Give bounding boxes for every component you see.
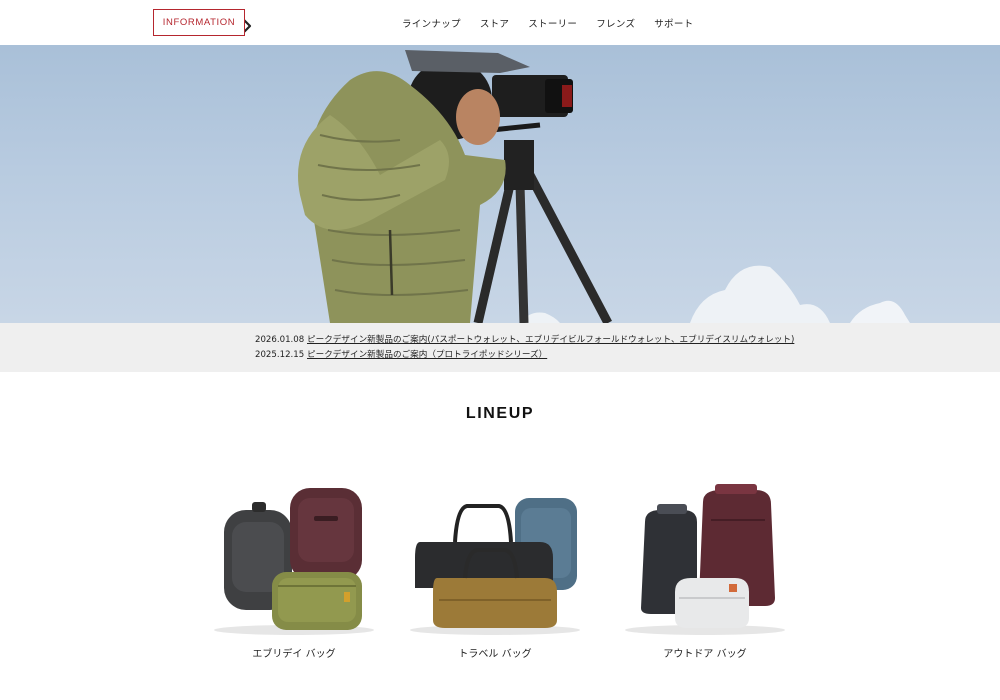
news-date: 2025.12.15	[255, 350, 305, 360]
lineup-card-label: アウトドア バッグ	[663, 649, 747, 660]
lineup-card-label: トラベル バッグ	[458, 649, 532, 660]
nav-item-lineup[interactable]: ラインナップ	[402, 16, 461, 30]
nav-item-friends[interactable]: フレンズ	[596, 16, 635, 30]
hero-image	[0, 45, 1000, 323]
lineup-card-travel[interactable]: トラベル バッグ	[395, 480, 595, 670]
information-badge[interactable]: INFORMATION	[153, 9, 245, 36]
everyday-bags-image	[214, 488, 374, 635]
hero-photographer-illustration	[298, 50, 910, 323]
lineup-heading: LINEUP	[465, 405, 535, 422]
news-link[interactable]: ピークデザイン新製品のご案内（プロトライポッドシリーズ）	[307, 350, 547, 360]
outdoor-bags-image	[625, 484, 785, 635]
lineup-card-label: エブリデイ バッグ	[252, 649, 336, 660]
nav-item-store[interactable]: ストア	[480, 16, 509, 30]
lineup-card-everyday[interactable]: エブリデイ バッグ	[194, 480, 394, 670]
news-date: 2026.01.08	[255, 335, 305, 345]
nav-item-story[interactable]: ストーリー	[528, 16, 577, 30]
news-link[interactable]: ピークデザイン新製品のご案内(パスポートウォレット、エブリデイビルフォールドウォ…	[307, 335, 794, 345]
news-item: 2026.01.08 ピークデザイン新製品のご案内(パスポートウォレット、エブリデ…	[255, 333, 794, 345]
lineup-card-outdoor[interactable]: アウトドア バッグ	[605, 480, 805, 670]
main-nav: ラインナップ ストア ストーリー フレンズ サポート	[402, 0, 712, 45]
travel-bags-image	[410, 498, 580, 635]
news-item: 2025.12.15 ピークデザイン新製品のご案内（プロトライポッドシリーズ）	[255, 348, 547, 360]
site-header: ラインナップ ストア ストーリー フレンズ サポート	[0, 0, 1000, 45]
nav-item-support[interactable]: サポート	[654, 16, 693, 30]
